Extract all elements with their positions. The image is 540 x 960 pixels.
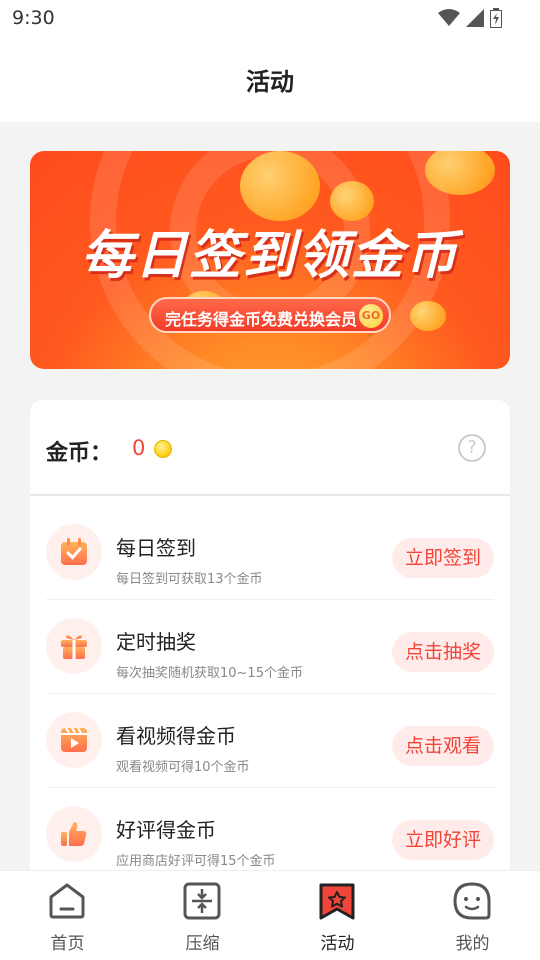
app-header: 活动 (0, 38, 540, 122)
tab-label: 压缩 (185, 934, 220, 954)
banner-subtitle: 完任务得金币免费兑换会员 (165, 310, 358, 329)
coin-label: 金币： (46, 441, 113, 466)
wifi-icon (438, 9, 460, 31)
lottery-button[interactable]: 点击抽奖 (391, 632, 494, 672)
task-row-daily-checkin: 每日签到 每日签到可获取13个金币 立即签到 (46, 506, 494, 600)
calendar-check-icon (46, 524, 102, 580)
activity-bookmark-icon (319, 883, 355, 920)
thumbs-up-icon (46, 806, 102, 862)
task-title: 每日签到 (116, 536, 196, 560)
tasks-card: 金币： 0 ? 每日签到 每日签到可获取13个金币 立即签到 定时抽奖 每次抽奖… (30, 400, 510, 880)
task-title: 定时抽奖 (116, 630, 196, 654)
coin-decoration (410, 301, 446, 331)
task-title: 看视频得金币 (116, 724, 236, 748)
tab-home[interactable]: 首页 (0, 871, 135, 960)
gold-coin-icon (154, 440, 172, 458)
task-description: 观看视频可得10个金币 (116, 760, 250, 775)
status-time: 9:30 (12, 7, 55, 29)
coin-value: 0 (132, 436, 146, 460)
status-icons (438, 8, 502, 32)
checkin-banner[interactable]: 每日签到领金币 完任务得金币免费兑换会员 GO (30, 151, 510, 369)
task-description: 每次抽奖随机获取10~15个金币 (116, 666, 303, 681)
coin-balance-row: 金币： 0 ? (30, 400, 510, 496)
signal-icon (466, 9, 484, 31)
checkin-button[interactable]: 立即签到 (391, 538, 494, 578)
task-title: 好评得金币 (116, 818, 216, 842)
tab-label: 首页 (50, 934, 85, 954)
tab-label: 我的 (455, 934, 490, 954)
tab-label: 活动 (320, 934, 355, 954)
banner-title: 每日签到领金币 (80, 226, 459, 286)
page-title: 活动 (246, 68, 294, 96)
tab-compress[interactable]: 压缩 (135, 871, 270, 960)
go-badge: GO (359, 304, 383, 328)
status-bar: 9:30 (0, 0, 540, 38)
coin-decoration (240, 151, 320, 221)
profile-face-icon (453, 882, 491, 920)
task-row-review: 好评得金币 应用商店好评可得15个金币 立即好评 (46, 788, 494, 880)
compress-icon (183, 882, 221, 920)
banner-subtitle-pill[interactable]: 完任务得金币免费兑换会员 GO (149, 297, 391, 333)
video-icon (46, 712, 102, 768)
battery-icon (490, 8, 502, 32)
watch-video-button[interactable]: 点击观看 (391, 726, 494, 766)
coin-decoration (425, 151, 495, 195)
bottom-tab-bar: 首页 压缩 活动 我的 (0, 870, 540, 960)
task-row-lottery: 定时抽奖 每次抽奖随机获取10~15个金币 点击抽奖 (46, 600, 494, 694)
tab-activity[interactable]: 活动 (270, 871, 405, 960)
task-row-watch-video: 看视频得金币 观看视频可得10个金币 点击观看 (46, 694, 494, 788)
task-description: 应用商店好评可得15个金币 (116, 854, 276, 869)
review-button[interactable]: 立即好评 (391, 820, 494, 860)
tab-profile[interactable]: 我的 (405, 871, 540, 960)
task-description: 每日签到可获取13个金币 (116, 572, 263, 587)
gift-icon (46, 618, 102, 674)
home-icon (49, 883, 85, 919)
help-icon[interactable]: ? (458, 434, 486, 462)
